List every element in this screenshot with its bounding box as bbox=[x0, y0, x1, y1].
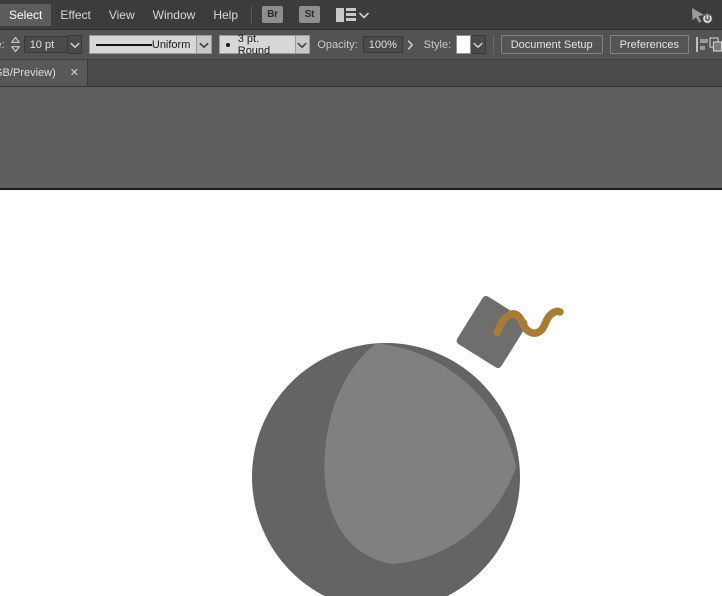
workspace-layout-icon[interactable] bbox=[336, 7, 356, 22]
graphic-style-swatch[interactable] bbox=[456, 35, 472, 54]
document-tab[interactable]: GB/Preview) ✕ bbox=[0, 60, 88, 86]
style-label: Style: bbox=[423, 38, 452, 51]
menu-item-window[interactable]: Window bbox=[144, 4, 205, 26]
illustrator-window: Select Effect View Window Help Br St: 1… bbox=[0, 0, 722, 596]
menu-item-view[interactable]: View bbox=[100, 4, 144, 26]
stroke-profile-chevron-down-icon[interactable] bbox=[197, 35, 213, 54]
style-chevron-down-icon[interactable] bbox=[471, 35, 486, 54]
panel-zone bbox=[0, 87, 722, 190]
align-objects-icon[interactable] bbox=[695, 36, 709, 53]
arrange-objects-icon[interactable] bbox=[709, 36, 722, 53]
document-setup-button[interactable]: Document Setup bbox=[500, 35, 603, 54]
bridge-button[interactable]: Br bbox=[262, 6, 283, 23]
menubar-divider bbox=[251, 5, 252, 24]
menu-bar: Select Effect View Window Help Br St bbox=[0, 0, 722, 30]
bomb-illustration[interactable] bbox=[0, 190, 722, 596]
brush-definition-value: 3 pt. Round bbox=[237, 32, 271, 57]
stroke-profile-line-icon bbox=[96, 43, 152, 46]
workspace-chevron-down-icon[interactable] bbox=[359, 10, 369, 20]
menu-item-effect[interactable]: Effect bbox=[51, 4, 99, 26]
control-divider-1 bbox=[493, 35, 494, 54]
stroke-weight-label: ke: bbox=[0, 38, 5, 51]
document-tab-bar: GB/Preview) ✕ bbox=[0, 60, 722, 87]
document-tab-title: GB/Preview) bbox=[0, 67, 56, 79]
opacity-label: Opacity: bbox=[317, 38, 358, 51]
stock-button[interactable]: St bbox=[299, 6, 320, 23]
control-bar: ke: 10 pt Uniform 3 pt. Round bbox=[0, 30, 722, 60]
menu-item-select[interactable]: Select bbox=[0, 3, 52, 26]
opacity-input[interactable]: 100% bbox=[362, 36, 403, 53]
stroke-profile-value: Uniform bbox=[151, 38, 191, 51]
artboard-canvas[interactable] bbox=[0, 190, 722, 596]
menu-item-help[interactable]: Help bbox=[204, 4, 247, 26]
stroke-weight-chevron-down-icon[interactable] bbox=[67, 35, 83, 54]
close-icon[interactable]: ✕ bbox=[70, 67, 79, 79]
preferences-button[interactable]: Preferences bbox=[609, 35, 689, 54]
stroke-weight-stepper[interactable] bbox=[10, 36, 21, 53]
stroke-profile-combo[interactable]: Uniform bbox=[89, 35, 198, 54]
brush-definition-chevron-down-icon[interactable] bbox=[295, 35, 311, 54]
brush-dot-icon bbox=[226, 42, 230, 47]
opacity-chevron-right-icon[interactable] bbox=[403, 35, 417, 54]
brush-definition-combo[interactable]: 3 pt. Round bbox=[219, 32, 296, 57]
stroke-weight-input[interactable]: 10 pt bbox=[23, 36, 68, 53]
bomb-cap bbox=[456, 295, 528, 369]
cursor-power-icon[interactable] bbox=[690, 5, 714, 25]
